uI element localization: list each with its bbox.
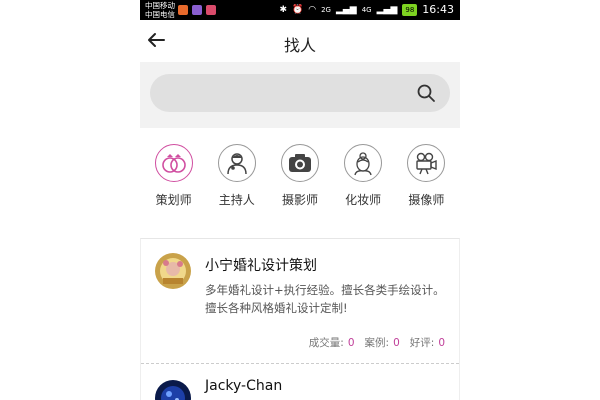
camera-icon	[280, 144, 319, 182]
category-videographer[interactable]: 摄像师	[396, 144, 456, 224]
network-type-2: 4G	[361, 5, 372, 14]
search-icon[interactable]	[416, 83, 436, 103]
category-list: 策划师 主持人 摄影师 化妆师 摄像师	[140, 128, 460, 224]
app-notification-icon	[178, 5, 188, 15]
alarm-icon: ⏰	[291, 4, 304, 15]
status-icons: ✱ ⏰ ◠ 2G ▂▄▆ 4G ▂▄▆ 98 16:43	[279, 3, 454, 16]
stat-reviews: 好评: 0	[409, 337, 445, 349]
app-notification-icon	[206, 5, 216, 15]
bluetooth-icon: ✱	[279, 4, 287, 15]
category-makeup-artist[interactable]: 化妆师	[333, 144, 393, 224]
video-camera-icon	[407, 144, 446, 182]
carrier-2: 中国电信	[145, 10, 175, 19]
carrier-1: 中国移动	[145, 1, 175, 10]
category-photographer[interactable]: 摄影师	[270, 144, 330, 224]
carrier-info: 中国移动 中国电信	[145, 1, 175, 19]
category-planner[interactable]: 策划师	[144, 144, 204, 224]
network-type: 2G	[321, 5, 331, 14]
list-item[interactable]: Jacky-Chan	[140, 364, 460, 400]
battery-icon: 98	[402, 3, 418, 16]
phone-screen: 中国移动 中国电信 ✱ ⏰ ◠ 2G ▂▄▆ 4G ▂▄▆ 98 16:43 找…	[140, 0, 460, 400]
category-label: 化妆师	[345, 193, 382, 207]
section-gap	[140, 224, 460, 238]
signal-icon-2: ▂▄▆	[376, 4, 398, 15]
app-notification-icon	[192, 5, 202, 15]
page-title: 找人	[283, 36, 316, 55]
avatar	[155, 380, 191, 400]
signal-icon: ▂▄▆	[335, 4, 357, 15]
category-host[interactable]: 主持人	[207, 144, 267, 224]
status-bar: 中国移动 中国电信 ✱ ⏰ ◠ 2G ▂▄▆ 4G ▂▄▆ 98 16:43	[140, 0, 460, 20]
category-label: 摄像师	[408, 193, 445, 207]
search-input[interactable]	[150, 74, 450, 112]
host-icon	[217, 144, 256, 182]
search-area	[140, 62, 460, 128]
planner-name: Jacky-Chan	[205, 378, 283, 394]
planner-name: 小宁婚礼设计策划	[205, 258, 317, 274]
rings-icon	[154, 144, 193, 182]
wifi-icon: ◠	[308, 4, 317, 15]
category-label: 策划师	[155, 193, 192, 207]
category-label: 摄影师	[281, 193, 318, 207]
clock: 16:43	[422, 3, 454, 16]
planner-stats: 成交量: 0 案例: 0 好评: 0	[309, 335, 445, 350]
category-label: 主持人	[218, 193, 255, 207]
planner-description: 多年婚礼设计+执行经验。擅长各类手绘设计。擅长各种风格婚礼设计定制!	[205, 283, 445, 315]
stat-deals: 成交量: 0	[308, 337, 355, 349]
makeup-artist-icon	[344, 144, 383, 182]
app-header: 找人	[140, 20, 460, 62]
stat-cases: 案例: 0	[364, 337, 400, 349]
notification-icons	[178, 5, 216, 15]
list-item[interactable]: 小宁婚礼设计策划 多年婚礼设计+执行经验。擅长各类手绘设计。擅长各种风格婚礼设计…	[140, 238, 460, 364]
avatar	[155, 253, 191, 289]
